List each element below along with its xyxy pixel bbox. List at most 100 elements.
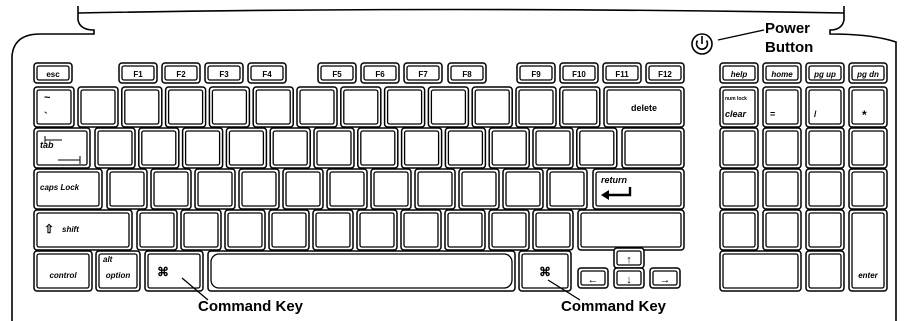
key-space[interactable] — [207, 250, 516, 292]
key-keypad-blank[interactable] — [848, 168, 888, 210]
key-arrow-up[interactable]: ↑ — [613, 247, 645, 269]
key-keypad-blank[interactable] — [719, 127, 759, 169]
command-right-glyphs: ⌘ — [539, 265, 551, 279]
key-f8[interactable]: F8 — [447, 62, 487, 84]
key-clear[interactable]: num lock clear — [719, 86, 759, 128]
key-shift-row-blank[interactable] — [444, 209, 486, 251]
key-pg-dn[interactable]: pg dn — [848, 62, 888, 84]
key-keypad-blank[interactable] — [805, 168, 845, 210]
key-caps-row-blank[interactable] — [370, 168, 412, 210]
key-arrow-down[interactable]: ↓ — [613, 267, 645, 289]
key-f2[interactable]: F2 — [161, 62, 201, 84]
key-caps-row-blank[interactable] — [238, 168, 280, 210]
key-f11[interactable]: F11 — [602, 62, 642, 84]
key-keypad-blank[interactable] — [848, 127, 888, 169]
key-esc[interactable]: esc — [33, 62, 73, 84]
key-return[interactable]: return — [592, 168, 685, 210]
key-equals[interactable]: = — [762, 86, 802, 128]
key-caps-row-blank[interactable] — [546, 168, 588, 210]
key-f12[interactable]: F12 — [645, 62, 685, 84]
key-caps-lock[interactable]: caps Lock — [33, 168, 103, 210]
key-caps-row-blank[interactable] — [282, 168, 324, 210]
key-slash[interactable]: / — [805, 86, 845, 128]
key-caps-row-blank[interactable] — [414, 168, 456, 210]
key-shift-row-blank[interactable] — [356, 209, 398, 251]
key-number-row-blank[interactable] — [340, 86, 382, 128]
key-number-row-blank[interactable] — [383, 86, 426, 128]
key-shift-row-blank[interactable] — [268, 209, 310, 251]
key-shift-row-blank[interactable] — [400, 209, 442, 251]
key-delete[interactable]: delete — [603, 86, 685, 128]
key-shift-row-blank[interactable] — [532, 209, 574, 251]
key-star[interactable]: * — [848, 86, 888, 128]
key-keypad-blank[interactable] — [762, 168, 802, 210]
key-keypad-blank[interactable] — [719, 168, 759, 210]
key-tab-row-blank[interactable] — [576, 127, 618, 169]
key-tab[interactable]: tab — [33, 127, 91, 169]
key-tab-row-blank[interactable] — [357, 127, 399, 169]
key-f7[interactable]: F7 — [403, 62, 443, 84]
key-f5[interactable]: F5 — [317, 62, 357, 84]
key-caps-row-blank[interactable] — [106, 168, 148, 210]
key-keypad-zero[interactable] — [719, 250, 802, 292]
key-shift-right[interactable] — [577, 209, 685, 251]
key-pg-up[interactable]: pg up — [805, 62, 845, 84]
key-caps-row-blank[interactable] — [502, 168, 544, 210]
key-home[interactable]: home — [762, 62, 802, 84]
key-tab-row-blank[interactable] — [313, 127, 355, 169]
key-arrow-right[interactable]: → — [649, 267, 681, 289]
key-tab-row-blank[interactable] — [532, 127, 574, 169]
key-number-row-blank[interactable] — [164, 86, 207, 128]
key-number-row-blank[interactable] — [208, 86, 251, 128]
key-number-row-blank[interactable] — [77, 86, 119, 128]
key-caps-row-blank[interactable] — [150, 168, 192, 210]
key-f1[interactable]: F1 — [118, 62, 158, 84]
key-number-row-blank[interactable] — [427, 86, 470, 128]
key-keypad-blank[interactable] — [719, 209, 759, 251]
key-number-row-blank[interactable] — [515, 86, 557, 128]
key-number-row-blank[interactable] — [252, 86, 294, 128]
key-f4[interactable]: F4 — [247, 62, 287, 84]
key-tab-row-blank[interactable] — [488, 127, 530, 169]
key-shift-row-blank[interactable] — [312, 209, 354, 251]
key-tab-row-blank[interactable] — [400, 127, 443, 169]
key-number-row-blank[interactable] — [296, 86, 338, 128]
key-number-row-blank[interactable] — [559, 86, 601, 128]
key-shift-row-blank[interactable] — [180, 209, 222, 251]
key-keypad-period[interactable] — [805, 250, 845, 292]
key-arrow-left[interactable]: ← — [577, 267, 609, 289]
key-caps-row-blank[interactable] — [194, 168, 236, 210]
key-shift-row-blank[interactable] — [136, 209, 178, 251]
key-tilde[interactable]: ~` — [33, 86, 75, 128]
key-tab-row-blank[interactable] — [181, 127, 224, 169]
key-command-right[interactable]: ⌘ — [518, 250, 572, 292]
key-tab-row-blank[interactable] — [225, 127, 268, 169]
key-shift-row-blank[interactable] — [488, 209, 530, 251]
key-f6[interactable]: F6 — [360, 62, 400, 84]
command-key-label-left: Command Key — [198, 298, 304, 315]
key-shift-row-blank[interactable] — [224, 209, 266, 251]
key-backslash[interactable] — [621, 127, 685, 169]
key-keypad-blank[interactable] — [762, 127, 802, 169]
key-keypad-blank[interactable] — [805, 209, 845, 251]
key-option[interactable]: alt option — [95, 250, 141, 292]
key-number-row-blank[interactable] — [121, 86, 163, 128]
key-help[interactable]: help — [719, 62, 759, 84]
key-control[interactable]: control — [33, 250, 93, 292]
key-shift-left[interactable]: ⇧ shift — [33, 209, 133, 251]
power-button[interactable] — [691, 33, 713, 55]
key-caps-row-blank[interactable] — [458, 168, 500, 210]
key-keypad-blank[interactable] — [805, 127, 845, 169]
key-tab-row-blank[interactable] — [269, 127, 311, 169]
key-f10[interactable]: F10 — [559, 62, 599, 84]
key-keypad-blank[interactable] — [762, 209, 802, 251]
key-f3[interactable]: F3 — [204, 62, 244, 84]
key-f9[interactable]: F9 — [516, 62, 556, 84]
key-enter[interactable]: enter — [848, 209, 888, 292]
key-tab-row-blank[interactable] — [94, 127, 136, 169]
key-tab-row-blank[interactable] — [444, 127, 487, 169]
key-tab-row-blank[interactable] — [138, 127, 180, 169]
key-number-row-blank[interactable] — [471, 86, 513, 128]
key-command-left[interactable]: ⌘ — [144, 250, 204, 292]
key-caps-row-blank[interactable] — [326, 168, 368, 210]
